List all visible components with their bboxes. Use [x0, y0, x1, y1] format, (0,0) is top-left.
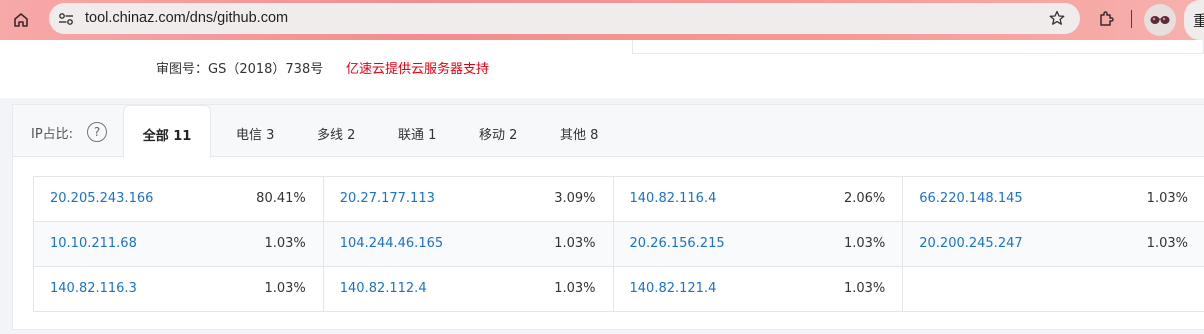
tab-all[interactable]: 全部 11: [123, 105, 211, 158]
address-bar[interactable]: tool.chinaz.com/dns/github.com: [49, 3, 1080, 34]
ip-percent: 1.03%: [843, 281, 886, 296]
tab-other[interactable]: 其他 8: [560, 105, 598, 157]
ip-cell: 66.220.148.145 1.03%: [903, 177, 1204, 222]
ip-link[interactable]: 10.10.211.68: [50, 236, 137, 251]
ip-cell: 20.26.156.215 1.03%: [613, 222, 904, 267]
ip-link[interactable]: 140.82.116.3: [50, 281, 137, 296]
ip-cell: 10.10.211.68 1.03%: [34, 222, 324, 267]
browser-toolbar: tool.chinaz.com/dns/github.com 重: [0, 0, 1204, 40]
ip-link[interactable]: 20.205.243.166: [50, 191, 153, 206]
ip-percent: 2.06%: [843, 191, 886, 206]
ip-percent: 1.03%: [843, 236, 886, 251]
ip-cell: 20.200.245.247 1.03%: [903, 222, 1204, 267]
home-icon[interactable]: [8, 8, 34, 32]
ip-link[interactable]: 140.82.121.4: [630, 281, 717, 296]
ip-percent: 1.03%: [554, 281, 596, 296]
ip-cell: 140.82.116.4 2.06%: [613, 177, 904, 222]
ip-percent: 80.41%: [256, 191, 306, 206]
ip-cell: 140.82.112.4 1.03%: [323, 267, 614, 312]
ip-cell: 20.27.177.113 3.09%: [323, 177, 614, 222]
ip-cell: 104.244.46.165 1.03%: [323, 222, 614, 267]
ip-link[interactable]: 20.27.177.113: [340, 191, 435, 206]
ip-cell: 20.205.243.166 80.41%: [34, 177, 324, 222]
ip-percent: 3.09%: [554, 191, 596, 206]
table-row: 140.82.116.3 1.03% 140.82.112.4 1.03% 14…: [34, 267, 1204, 312]
ip-cell: 140.82.116.3 1.03%: [34, 267, 324, 312]
ip-percent: 1.03%: [264, 281, 306, 296]
tab-telecom[interactable]: 电信 3: [236, 105, 274, 157]
table-row: 20.205.243.166 80.41% 20.27.177.113 3.09…: [34, 177, 1204, 222]
site-info-icon[interactable]: [57, 10, 75, 27]
ip-share-label: IP占比:: [31, 127, 74, 142]
ip-link[interactable]: 20.26.156.215: [630, 236, 725, 251]
url-text[interactable]: tool.chinaz.com/dns/github.com: [85, 10, 288, 26]
ip-cell: 140.82.121.4 1.03%: [613, 267, 904, 312]
extensions-icon[interactable]: [1095, 7, 1117, 31]
tab-mobile[interactable]: 移动 2: [479, 105, 517, 157]
bookmark-star-icon[interactable]: [1048, 9, 1066, 27]
tab-unicom[interactable]: 联通 1: [398, 105, 436, 157]
relaunch-button[interactable]: 重: [1184, 0, 1204, 40]
ip-percent: 1.03%: [554, 236, 596, 251]
question-circle-icon[interactable]: ?: [87, 122, 107, 142]
ip-table: 20.205.243.166 80.41% 20.27.177.113 3.09…: [33, 176, 1204, 312]
ip-percent: 1.03%: [1146, 236, 1188, 251]
profile-avatar-icon[interactable]: [1144, 4, 1176, 36]
ip-link[interactable]: 140.82.116.4: [630, 191, 717, 206]
sponsor-link[interactable]: 亿速云提供云服务器支持: [346, 58, 489, 77]
right-panel-bottom: [632, 40, 1204, 54]
empty-cell: [903, 267, 1204, 312]
ip-percent: 1.03%: [264, 236, 306, 251]
isp-tabbar: IP占比: ? 全部 11 电信 3 多线 2 联通 1 移动 2 其他 8: [13, 105, 1204, 158]
ip-distribution-card: IP占比: ? 全部 11 电信 3 多线 2 联通 1 移动 2 其他 8 2…: [12, 104, 1204, 330]
ip-link[interactable]: 140.82.112.4: [340, 281, 427, 296]
ip-percent: 1.03%: [1146, 191, 1188, 206]
map-review-number: 审图号：GS（2018）738号: [156, 62, 324, 77]
toolbar-divider: [1131, 10, 1132, 28]
ip-link[interactable]: 104.244.46.165: [340, 236, 443, 251]
tab-multiline[interactable]: 多线 2: [317, 105, 355, 157]
ip-link[interactable]: 66.220.148.145: [919, 191, 1022, 206]
table-row: 10.10.211.68 1.03% 104.244.46.165 1.03% …: [34, 222, 1204, 267]
ip-link[interactable]: 20.200.245.247: [919, 236, 1022, 251]
